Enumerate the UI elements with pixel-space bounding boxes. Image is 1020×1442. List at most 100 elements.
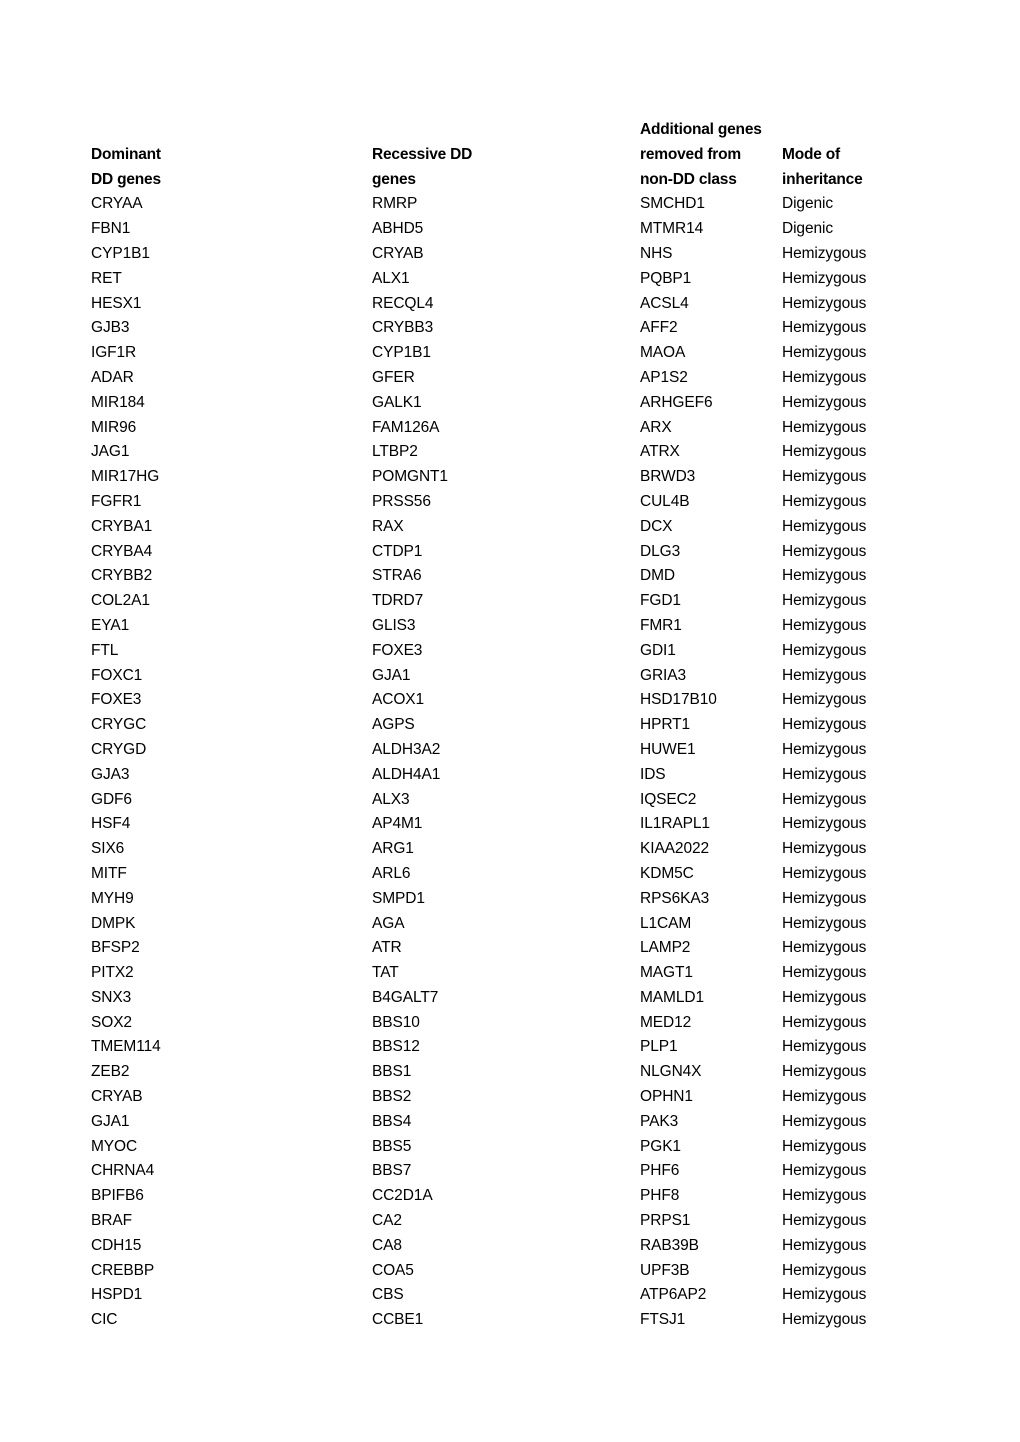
additional-gene-cell: MED12 xyxy=(640,1013,692,1031)
recessive-gene-cell: CRYAB xyxy=(372,244,424,262)
dominant-gene-cell: CRYBA4 xyxy=(91,542,153,560)
recessive-gene-cell: CCBE1 xyxy=(372,1311,424,1329)
mode-of-inheritance-cell: Hemizygous xyxy=(782,889,867,907)
additional-gene-cell: PQBP1 xyxy=(640,269,692,287)
dominant-gene-cell: JAG1 xyxy=(91,443,130,461)
additional-gene-cell: KIAA2022 xyxy=(640,840,710,858)
recessive-gene-cell: ALX3 xyxy=(372,790,410,808)
dominant-gene-cell: GJA3 xyxy=(91,765,130,783)
mode-of-inheritance-cell: Hemizygous xyxy=(782,840,867,858)
additional-gene-cell: ATP6AP2 xyxy=(640,1286,707,1304)
mode-of-inheritance-cell: Hemizygous xyxy=(782,393,867,411)
recessive-gene-cell: AP4M1 xyxy=(372,815,423,833)
recessive-gene-cell: RAX xyxy=(372,517,404,535)
dominant-gene-cell: FGFR1 xyxy=(91,492,142,510)
additional-gene-cell: RAB39B xyxy=(640,1236,699,1254)
dominant-gene-cell: BFSP2 xyxy=(91,939,140,957)
dominant-gene-cell: MYOC xyxy=(91,1137,138,1155)
header-mode-line-3: inheritance xyxy=(782,170,863,188)
mode-of-inheritance-cell: Hemizygous xyxy=(782,1311,867,1329)
recessive-gene-cell: CYP1B1 xyxy=(372,344,431,362)
recessive-gene-cell: PRSS56 xyxy=(372,492,431,510)
recessive-gene-cell: GFER xyxy=(372,368,415,386)
mode-of-inheritance-cell: Hemizygous xyxy=(782,368,867,386)
mode-of-inheritance-cell: Hemizygous xyxy=(782,1038,867,1056)
mode-of-inheritance-cell: Hemizygous xyxy=(782,815,867,833)
dominant-gene-cell: COL2A1 xyxy=(91,592,150,610)
dominant-gene-cell: CRYAB xyxy=(91,1088,143,1106)
recessive-gene-cell: LTBP2 xyxy=(372,443,418,461)
additional-gene-cell: OPHN1 xyxy=(640,1088,693,1106)
additional-gene-cell: HPRT1 xyxy=(640,716,691,734)
header-dominant-line-2: Dominant xyxy=(91,145,161,163)
dominant-gene-cell: CYP1B1 xyxy=(91,244,150,262)
additional-gene-cell: ACSL4 xyxy=(640,294,689,312)
additional-gene-cell: DCX xyxy=(640,517,673,535)
mode-of-inheritance-cell: Hemizygous xyxy=(782,592,867,610)
additional-gene-cell: NLGN4X xyxy=(640,1063,702,1081)
additional-gene-cell: AFF2 xyxy=(640,319,678,337)
additional-gene-cell: PGK1 xyxy=(640,1137,681,1155)
recessive-gene-cell: GJA1 xyxy=(372,666,411,684)
dominant-gene-cell: MIR96 xyxy=(91,418,137,436)
mode-of-inheritance-cell: Hemizygous xyxy=(782,1187,867,1205)
recessive-gene-cell: ALDH3A2 xyxy=(372,740,441,758)
recessive-gene-cell: ARG1 xyxy=(372,840,414,858)
dominant-gene-cell: CRYAA xyxy=(91,195,143,213)
header-dominant-line-3: DD genes xyxy=(91,170,161,188)
additional-gene-cell: IQSEC2 xyxy=(640,790,697,808)
dominant-gene-cell: CIC xyxy=(91,1311,118,1329)
mode-of-inheritance-cell: Hemizygous xyxy=(782,641,867,659)
mode-of-inheritance-cell: Hemizygous xyxy=(782,1162,867,1180)
additional-gene-cell: ARHGEF6 xyxy=(640,393,713,411)
mode-of-inheritance-cell: Hemizygous xyxy=(782,1236,867,1254)
additional-gene-cell: HUWE1 xyxy=(640,740,696,758)
additional-gene-cell: PHF8 xyxy=(640,1187,680,1205)
dominant-gene-cell: HSPD1 xyxy=(91,1286,143,1304)
recessive-gene-cell: ALX1 xyxy=(372,269,410,287)
mode-of-inheritance-cell: Hemizygous xyxy=(782,864,867,882)
header-additional-line-1: Additional genes xyxy=(640,121,762,138)
recessive-gene-cell: TDRD7 xyxy=(372,592,424,610)
mode-of-inheritance-cell: Hemizygous xyxy=(782,244,867,262)
additional-gene-cell: RPS6KA3 xyxy=(640,889,710,907)
dominant-gene-cell: CRYBB2 xyxy=(91,567,153,585)
dominant-gene-cell: CDH15 xyxy=(91,1236,142,1254)
recessive-gene-cell: FAM126A xyxy=(372,418,440,436)
dominant-gene-cell: RET xyxy=(91,269,122,287)
dominant-gene-cell: FBN1 xyxy=(91,220,131,238)
recessive-gene-cell: CBS xyxy=(372,1286,404,1304)
mode-of-inheritance-cell: Hemizygous xyxy=(782,294,867,312)
additional-gene-cell: MAGT1 xyxy=(640,964,693,982)
dominant-gene-cell: SIX6 xyxy=(91,840,125,858)
mode-of-inheritance-cell: Digenic xyxy=(782,220,833,238)
mode-of-inheritance-cell: Hemizygous xyxy=(782,517,867,535)
mode-of-inheritance-cell: Hemizygous xyxy=(782,914,867,932)
dominant-gene-cell: HESX1 xyxy=(91,294,142,312)
additional-gene-cell: KDM5C xyxy=(640,864,694,882)
mode-of-inheritance-cell: Hemizygous xyxy=(782,716,867,734)
recessive-gene-cell: B4GALT7 xyxy=(372,988,439,1006)
additional-gene-cell: BRWD3 xyxy=(640,468,696,486)
mode-of-inheritance-cell: Hemizygous xyxy=(782,616,867,634)
dominant-gene-cell: CHRNA4 xyxy=(91,1162,155,1180)
recessive-gene-cell: BBS12 xyxy=(372,1038,420,1056)
recessive-gene-cell: STRA6 xyxy=(372,567,422,585)
additional-gene-cell: PAK3 xyxy=(640,1112,679,1130)
dominant-gene-cell: SOX2 xyxy=(91,1013,132,1031)
dominant-gene-cell: TMEM114 xyxy=(91,1038,161,1056)
recessive-gene-cell: POMGNT1 xyxy=(372,468,448,486)
additional-gene-cell: GRIA3 xyxy=(640,666,687,684)
additional-gene-cell: PLP1 xyxy=(640,1038,678,1056)
additional-gene-cell: LAMP2 xyxy=(640,939,691,957)
additional-gene-cell: PHF6 xyxy=(640,1162,680,1180)
additional-gene-cell: GDI1 xyxy=(640,641,676,659)
recessive-gene-cell: ABHD5 xyxy=(372,220,424,238)
recessive-gene-cell: COA5 xyxy=(372,1261,414,1279)
recessive-gene-cell: RECQL4 xyxy=(372,294,434,312)
header-recessive-line-3: genes xyxy=(372,170,416,188)
additional-gene-cell: CUL4B xyxy=(640,492,690,510)
dominant-gene-cell: SNX3 xyxy=(91,988,132,1006)
dominant-gene-cell: FTL xyxy=(91,641,119,659)
mode-of-inheritance-cell: Hemizygous xyxy=(782,443,867,461)
